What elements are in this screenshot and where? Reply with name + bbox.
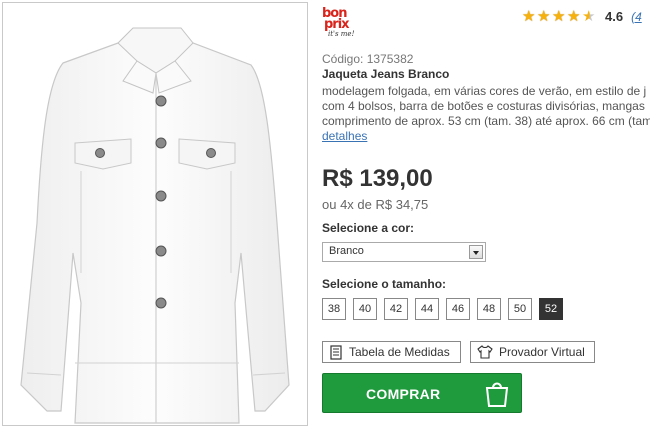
color-select[interactable]: Branco (322, 242, 486, 262)
brand-tagline: it's me! (328, 30, 355, 38)
buy-button-label: COMPRAR (366, 386, 441, 402)
installments-text: ou 4x de R$ 34,75 (322, 197, 429, 212)
size-option-50[interactable]: 50 (508, 298, 532, 320)
size-option-38[interactable]: 38 (322, 298, 346, 320)
brand-logo-line2: prix (324, 17, 350, 32)
size-option-52[interactable]: 52 (539, 298, 563, 320)
size-option-46[interactable]: 46 (446, 298, 470, 320)
color-label: Selecione a cor: (322, 221, 415, 235)
size-label: Selecione o tamanho: (322, 277, 447, 291)
size-option-40[interactable]: 40 (353, 298, 377, 320)
color-selected-value: Branco (329, 245, 364, 257)
size-option-48[interactable]: 48 (477, 298, 501, 320)
virtual-fitting-label: Provador Virtual (499, 345, 585, 359)
product-image[interactable] (3, 3, 308, 426)
description-line: com 4 bolsos, barra de botões e costuras… (322, 99, 645, 113)
description-line: comprimento de aprox. 53 cm (tam. 38) at… (322, 114, 650, 128)
product-code: Código: 1375382 (322, 52, 414, 66)
shopping-bag-icon (485, 382, 509, 407)
rating-stars: ★ ★ ★ ★ ★ (522, 9, 597, 24)
chevron-down-icon[interactable] (469, 245, 483, 259)
review-count-link[interactable]: (4 (631, 10, 642, 24)
size-option-44[interactable]: 44 (415, 298, 439, 320)
buy-button[interactable]: COMPRAR (322, 373, 522, 413)
virtual-fitting-button[interactable]: Provador Virtual (470, 341, 595, 363)
product-rating: ★ ★ ★ ★ ★ 4.6 (4 (522, 9, 642, 24)
product-title: Jaqueta Jeans Branco (322, 67, 450, 81)
product-price: R$ 139,00 (322, 165, 433, 192)
product-description: modelagem folgada, em várias cores de ve… (322, 84, 650, 144)
description-line: modelagem folgada, em várias cores de ve… (322, 84, 647, 98)
ruler-document-icon (330, 344, 342, 360)
rating-value: 4.6 (605, 9, 624, 24)
size-chart-button[interactable]: Tabela de Medidas (322, 341, 461, 363)
star-icon: ★ (552, 8, 566, 25)
star-icon: ★ (522, 8, 536, 25)
brand-logo[interactable]: bon prix it's me! (322, 7, 362, 44)
star-icon: ★ (567, 8, 581, 25)
size-option-42[interactable]: 42 (384, 298, 408, 320)
tshirt-icon (477, 345, 493, 359)
star-icon: ★ (537, 8, 551, 25)
product-info-panel: bon prix it's me! ★ ★ ★ ★ ★ 4.6 (4 Códig… (322, 0, 650, 429)
size-chart-label: Tabela de Medidas (349, 345, 450, 359)
size-options: 38 40 42 44 46 48 50 52 (322, 298, 570, 320)
half-star-icon: ★ (582, 8, 596, 25)
details-link[interactable]: detalhes (322, 129, 650, 144)
product-image-frame[interactable] (2, 2, 308, 426)
